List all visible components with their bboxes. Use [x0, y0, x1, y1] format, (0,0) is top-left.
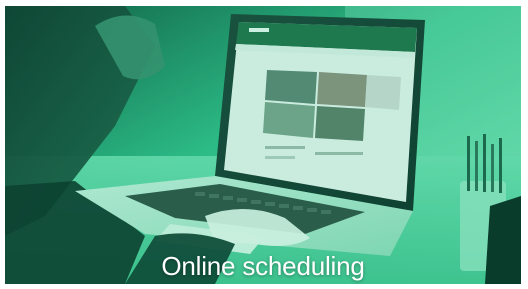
photo-scene: [5, 6, 521, 284]
caption: Online scheduling: [161, 251, 365, 281]
hero-photo: Online scheduling: [5, 6, 521, 284]
